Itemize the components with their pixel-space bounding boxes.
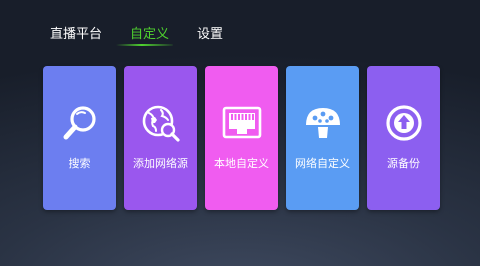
search-card[interactable]: 搜索: [43, 66, 116, 210]
ethernet-port-icon: [222, 106, 261, 139]
card-label: 本地自定义: [214, 157, 269, 170]
globe-search-icon: [142, 105, 180, 142]
local-custom-card[interactable]: 本地自定义: [205, 66, 278, 210]
card-label: 添加网络源: [133, 157, 188, 170]
tab-custom[interactable]: 自定义: [116, 23, 174, 46]
active-tab-underline: [116, 43, 174, 46]
card-label: 源备份: [387, 157, 420, 170]
card-row: 搜索 添加网络源 本地自定义 网络自定义 源备份: [43, 66, 440, 210]
add-network-source-card[interactable]: 添加网络源: [124, 66, 197, 210]
tab-label: 自定义: [130, 26, 170, 42]
mushroom-icon: [305, 108, 340, 138]
card-label: 网络自定义: [295, 157, 350, 170]
tab-settings[interactable]: 设置: [197, 23, 223, 42]
tab-label: 设置: [197, 26, 224, 42]
source-backup-card[interactable]: 源备份: [367, 66, 440, 210]
card-label: 搜索: [68, 157, 91, 170]
top-navigation: 直播平台 自定义 设置: [50, 20, 251, 46]
tab-live-platform[interactable]: 直播平台: [50, 23, 102, 42]
network-custom-card[interactable]: 网络自定义: [286, 66, 359, 210]
search-icon: [63, 106, 96, 140]
tab-label: 直播平台: [50, 26, 103, 42]
upload-circle-icon: [385, 105, 422, 141]
